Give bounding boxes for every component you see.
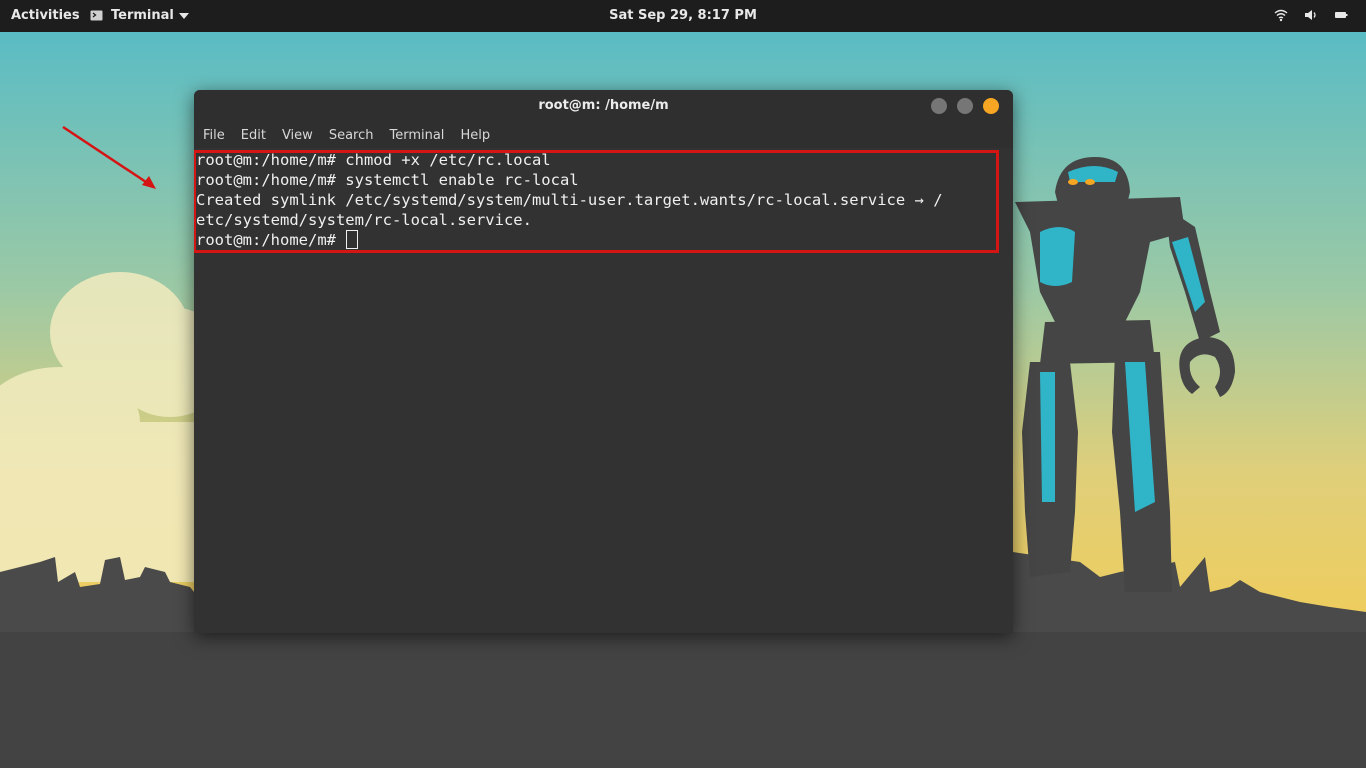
terminal-prompt-line[interactable]: root@m:/home/m# [196,230,359,250]
window-title: root@m: /home/m [538,98,669,113]
system-tray[interactable] [1274,8,1348,22]
menu-file[interactable]: File [203,128,225,143]
terminal-output[interactable]: root@m:/home/m# chmod +x /etc/rc.local r… [194,148,1013,633]
terminal-line: root@m:/home/m# chmod +x /etc/rc.local [196,151,551,169]
menu-help[interactable]: Help [460,128,490,143]
menu-view[interactable]: View [282,128,313,143]
menu-edit[interactable]: Edit [241,128,266,143]
clock[interactable]: Sat Sep 29, 8:17 PM [609,8,757,23]
maximize-button[interactable] [957,98,973,114]
terminal-line: etc/systemd/system/rc-local.service. [196,211,532,229]
terminal-window[interactable]: root@m: /home/m File Edit View Search Te… [194,90,1013,633]
window-titlebar[interactable]: root@m: /home/m [194,90,1013,122]
menu-bar: File Edit View Search Terminal Help [194,122,1013,148]
text-cursor [346,230,359,249]
menu-search[interactable]: Search [329,128,374,143]
terminal-line: Created symlink /etc/systemd/system/mult… [196,191,943,209]
menu-terminal[interactable]: Terminal [389,128,444,143]
top-bar: Activities Terminal Sat Sep 29, 8:17 PM [0,0,1366,32]
close-button[interactable] [983,98,999,114]
terminal-line: root@m:/home/m# systemctl enable rc-loca… [196,171,579,189]
volume-icon[interactable] [1304,8,1318,22]
terminal-prompt: root@m:/home/m# [196,231,346,249]
battery-icon[interactable] [1334,8,1348,22]
wifi-icon[interactable] [1274,8,1288,22]
minimize-button[interactable] [931,98,947,114]
